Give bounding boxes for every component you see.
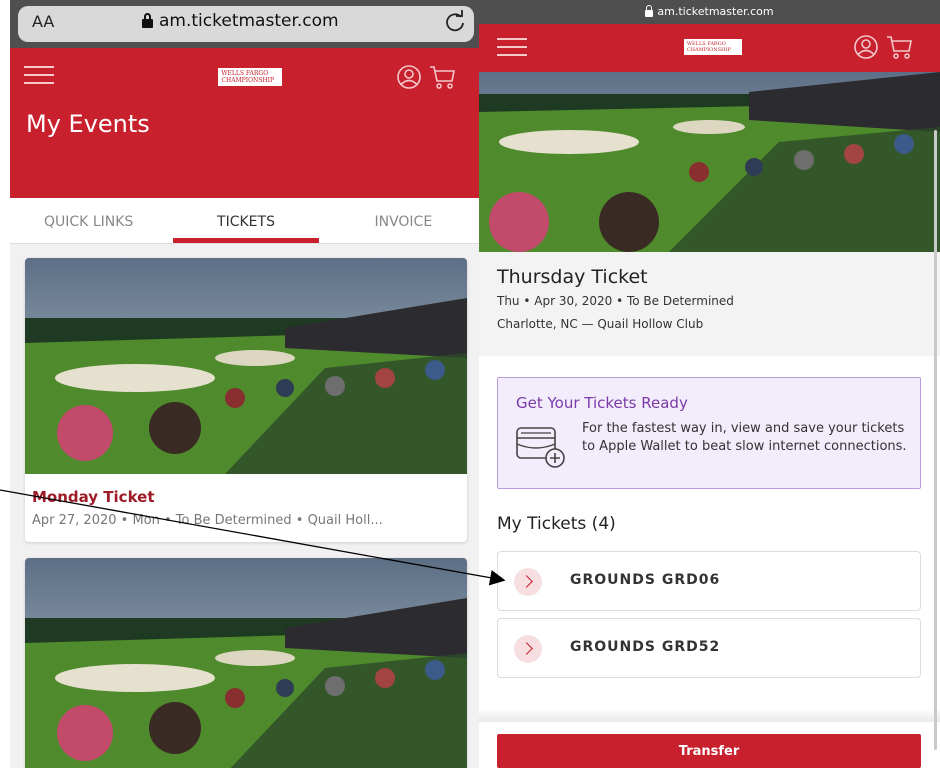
my-tickets-heading: My Tickets (4)	[497, 514, 616, 534]
ticket-panel: Get Your Tickets Ready For the fastest w…	[479, 356, 940, 768]
cart-icon[interactable]	[885, 34, 913, 60]
account-icon[interactable]	[853, 34, 879, 60]
reload-icon[interactable]	[442, 9, 468, 35]
tab-quick-links[interactable]: QUICK LINKS	[10, 198, 167, 243]
url-text: am.ticketmaster.com	[657, 5, 774, 18]
event-card-title[interactable]: Monday Ticket	[32, 488, 155, 506]
app-header: WELLS FARGO CHAMPIONSHIP My Events	[10, 48, 482, 198]
wells-fargo-championship-logo[interactable]: WELLS FARGO CHAMPIONSHIP	[676, 39, 742, 55]
event-date: Thu • Apr 30, 2020 • To Be Determined	[497, 294, 734, 308]
header-icons	[396, 64, 456, 90]
wallet-promo-title: Get Your Tickets Ready	[516, 394, 688, 412]
event-card-second[interactable]	[25, 558, 467, 768]
lock-icon	[142, 13, 153, 28]
browser-address-bar: am.ticketmaster.com	[479, 0, 940, 24]
wells-fargo-championship-logo[interactable]: WELLS FARGO CHAMPIONSHIP	[210, 68, 282, 86]
right-phone-screenshot: am.ticketmaster.com WELLS FARGO CHAMPION…	[479, 0, 940, 768]
hamburger-menu-icon[interactable]	[24, 66, 54, 86]
hamburger-menu-icon[interactable]	[497, 38, 527, 58]
wallet-promo-text: For the fastest way in, view and save yo…	[582, 421, 907, 454]
browser-address-bar: AA am.ticketmaster.com	[10, 0, 482, 48]
scroll-fade	[479, 708, 940, 722]
account-icon[interactable]	[396, 64, 422, 90]
ticket-row[interactable]: GROUNDS GRD52	[497, 618, 921, 678]
chevron-right-icon[interactable]	[514, 635, 542, 663]
event-card-monday[interactable]: Monday Ticket Apr 27, 2020 • Mon • To Be…	[25, 258, 467, 542]
event-list: Monday Ticket Apr 27, 2020 • Mon • To Be…	[10, 244, 482, 768]
scrollbar[interactable]	[934, 130, 937, 750]
tab-invoice[interactable]: INVOICE	[325, 198, 482, 243]
event-details: Thursday Ticket Thu • Apr 30, 2020 • To …	[479, 252, 940, 356]
wallet-promo-banner[interactable]: Get Your Tickets Ready For the fastest w…	[497, 377, 921, 489]
wallet-add-icon	[516, 427, 565, 468]
url-display[interactable]: am.ticketmaster.com	[142, 11, 339, 31]
golf-crowd-image	[25, 558, 467, 768]
chevron-right-icon[interactable]	[514, 568, 542, 596]
ticket-row[interactable]: GROUNDS GRD06	[497, 551, 921, 611]
page-title: My Events	[26, 110, 150, 138]
header-icons	[853, 34, 913, 60]
url-display[interactable]: am.ticketmaster.com	[479, 4, 940, 18]
event-card-subtitle: Apr 27, 2020 • Mon • To Be Determined • …	[32, 513, 383, 528]
tab-tickets[interactable]: TICKETS	[167, 198, 324, 243]
cart-icon[interactable]	[428, 64, 456, 90]
golf-crowd-image	[25, 258, 467, 474]
event-location: Charlotte, NC — Quail Hollow Club	[497, 317, 704, 331]
active-tab-indicator	[173, 238, 319, 243]
ticket-label: GROUNDS GRD06	[570, 572, 721, 588]
left-phone-screenshot: AA am.ticketmaster.com WELLS FARGO CHAMP…	[10, 0, 482, 768]
app-header: WELLS FARGO CHAMPIONSHIP	[479, 24, 940, 72]
transfer-button[interactable]: Transfer	[497, 734, 921, 768]
ticket-label: GROUNDS GRD52	[570, 639, 721, 655]
url-text: am.ticketmaster.com	[159, 11, 339, 31]
event-title: Thursday Ticket	[497, 266, 648, 288]
golf-crowd-hero-image	[479, 72, 940, 252]
text-size-button[interactable]: AA	[32, 12, 54, 31]
lock-icon	[645, 4, 654, 17]
